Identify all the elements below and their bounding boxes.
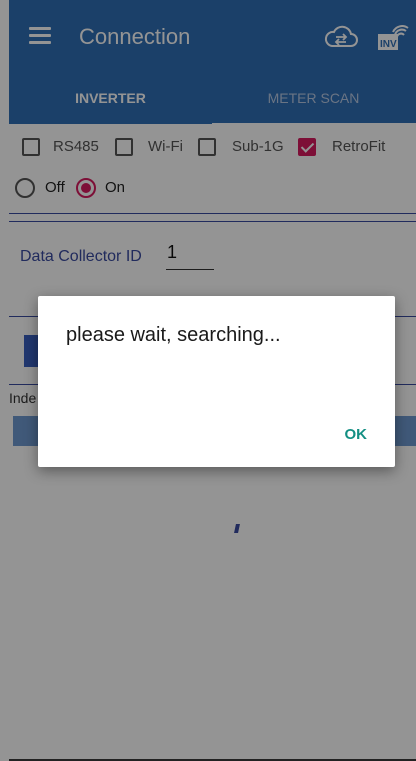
dialog-message: please wait, searching...: [66, 324, 281, 346]
ok-button[interactable]: OK: [345, 426, 368, 443]
progress-dialog: please wait, searching... OK: [38, 296, 395, 467]
